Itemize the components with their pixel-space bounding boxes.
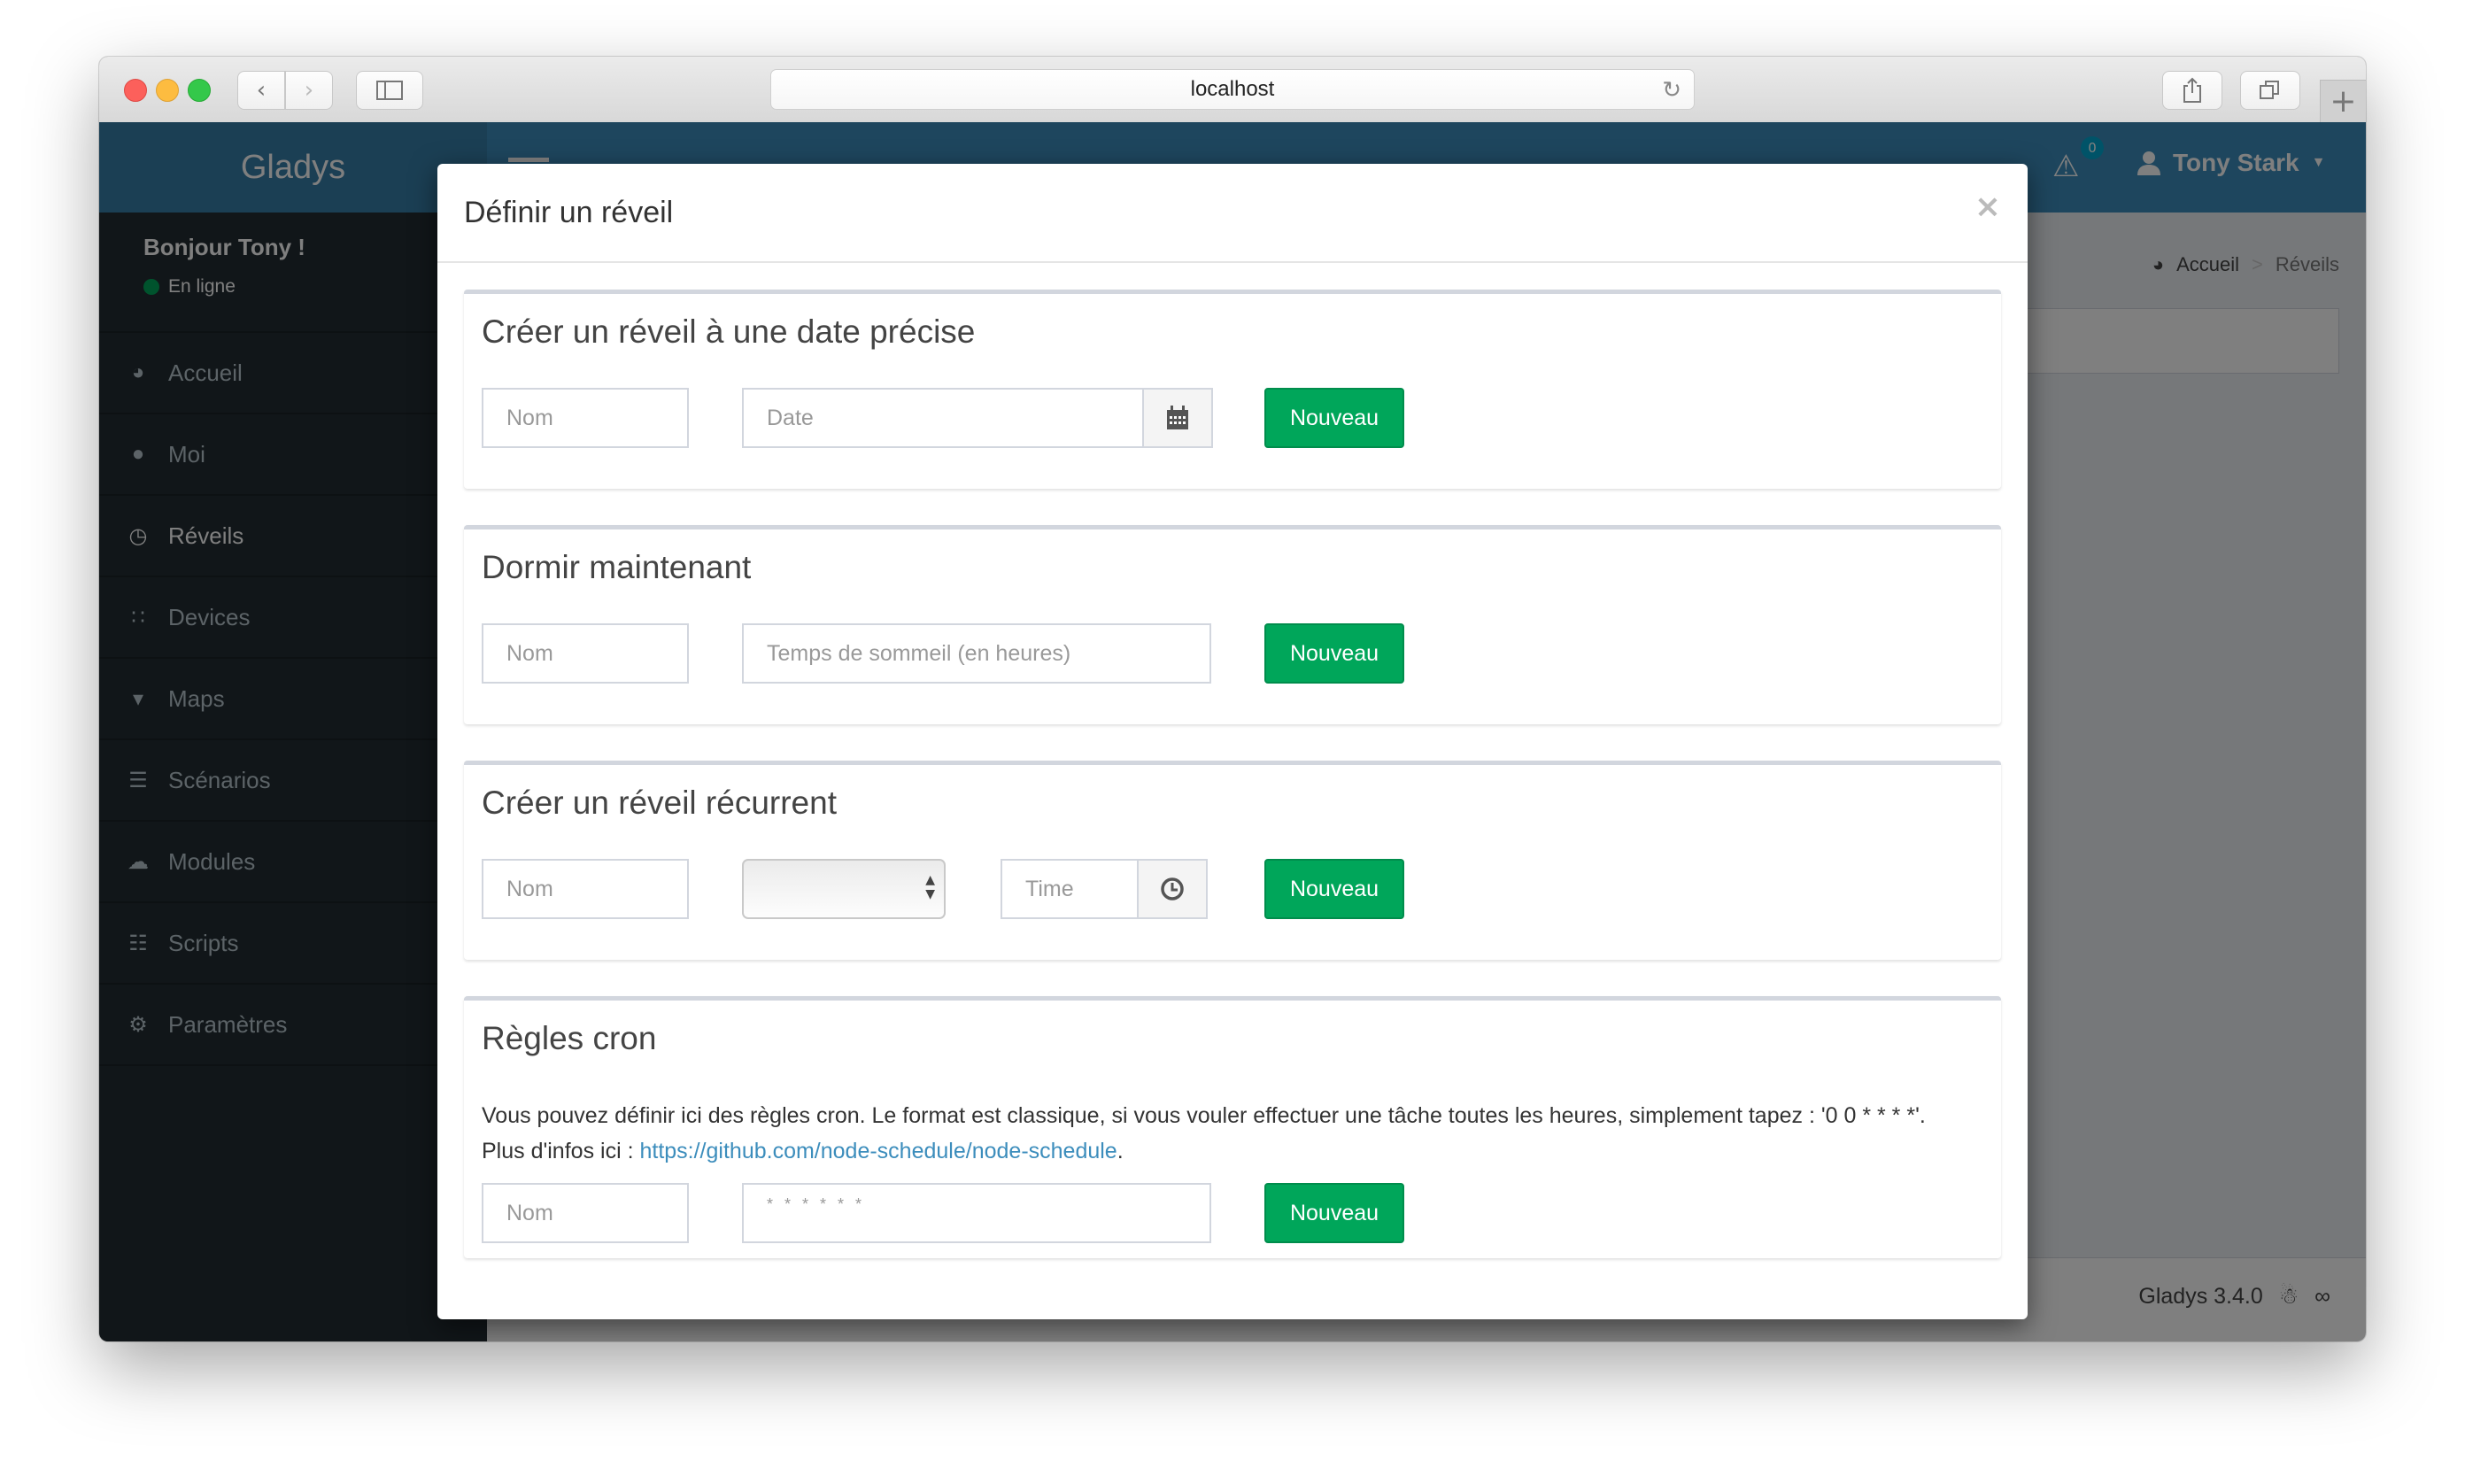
date-picker-button[interactable] xyxy=(1142,388,1213,448)
more-info-suffix: . xyxy=(1117,1139,1124,1163)
alarm-name-input[interactable]: Nom xyxy=(482,388,689,448)
section-title: Créer un réveil à une date précise xyxy=(482,313,976,350)
alarm-date-input[interactable]: Date xyxy=(742,388,1144,448)
new-recurring-alarm-button[interactable]: Nouveau xyxy=(1264,859,1404,919)
back-button[interactable]: ‹ xyxy=(237,71,285,110)
time-input[interactable]: Time xyxy=(1001,859,1139,919)
clock-icon xyxy=(1161,877,1184,900)
time-picker-button[interactable] xyxy=(1137,859,1208,919)
browser-window: ‹ › localhost ↻ + Gladys ⚠ 0 Tony Stark … xyxy=(99,57,2366,1341)
sidebar-toggle-button[interactable] xyxy=(356,71,423,110)
modal-title: Définir un réveil xyxy=(464,196,674,229)
cron-description-text: Vous pouvez définir ici des règles cron.… xyxy=(482,1103,1926,1128)
section-recurring-alarm: Créer un réveil récurrent Nom ▲ ▼ Time No… xyxy=(464,761,2001,960)
new-tab-button[interactable]: + xyxy=(2320,80,2366,122)
section-title: Dormir maintenant xyxy=(482,549,752,585)
sleep-name-input[interactable]: Nom xyxy=(482,623,689,684)
tabs-overview-button[interactable] xyxy=(2240,71,2300,110)
chevron-right-icon: › xyxy=(304,77,314,104)
address-bar[interactable]: localhost ↻ xyxy=(770,69,1695,110)
node-schedule-link[interactable]: https://github.com/node-schedule/node-sc… xyxy=(639,1139,1117,1163)
more-info-prefix: Plus d'infos ici : xyxy=(482,1139,640,1163)
cron-rule-input[interactable]: * * * * * * xyxy=(742,1183,1211,1243)
share-icon xyxy=(2183,77,2201,103)
tabs-icon xyxy=(2260,81,2279,99)
new-sleep-button[interactable]: Nouveau xyxy=(1264,623,1404,684)
cron-description: Vous pouvez définir ici des règles cron.… xyxy=(482,1098,1987,1169)
share-button[interactable] xyxy=(2162,71,2222,110)
alarm-modal: Définir un réveil × Créer un réveil à un… xyxy=(437,164,2028,1319)
sidebar-icon xyxy=(376,81,403,100)
reload-icon[interactable]: ↻ xyxy=(1662,76,1681,104)
section-date-alarm: Créer un réveil à une date précise Nom D… xyxy=(464,290,2001,489)
cron-name-input[interactable]: Nom xyxy=(482,1183,689,1243)
section-sleep-now: Dormir maintenant Nom Temps de sommeil (… xyxy=(464,525,2001,724)
section-title: Créer un réveil récurrent xyxy=(482,785,837,821)
new-cron-rule-button[interactable]: Nouveau xyxy=(1264,1183,1404,1243)
sleep-duration-input[interactable]: Temps de sommeil (en heures) xyxy=(742,623,1211,684)
chevron-left-icon: ‹ xyxy=(256,77,267,104)
section-title: Règles cron xyxy=(482,1020,657,1056)
minimize-window-button[interactable] xyxy=(156,79,179,102)
section-cron-rules: Règles cron Vous pouvez définir ici des … xyxy=(464,996,2001,1258)
url-text: localhost xyxy=(1190,77,1275,101)
forward-button[interactable]: › xyxy=(285,71,333,110)
recurring-name-input[interactable]: Nom xyxy=(482,859,689,919)
plus-icon: + xyxy=(2330,83,2357,120)
zoom-window-button[interactable] xyxy=(188,79,211,102)
close-window-button[interactable] xyxy=(124,79,147,102)
close-icon[interactable]: × xyxy=(1974,189,2001,225)
gladys-app: Gladys ⚠ 0 Tony Stark ▼ Bonjour Tony ! E… xyxy=(99,122,2366,1341)
select-arrows-icon: ▲ ▼ xyxy=(925,873,935,901)
new-date-alarm-button[interactable]: Nouveau xyxy=(1264,388,1404,448)
browser-titlebar: ‹ › localhost ↻ + xyxy=(99,57,2366,123)
day-select[interactable]: ▲ ▼ xyxy=(742,859,946,919)
calendar-icon xyxy=(1167,406,1188,429)
modal-header: Définir un réveil × xyxy=(437,164,2028,263)
